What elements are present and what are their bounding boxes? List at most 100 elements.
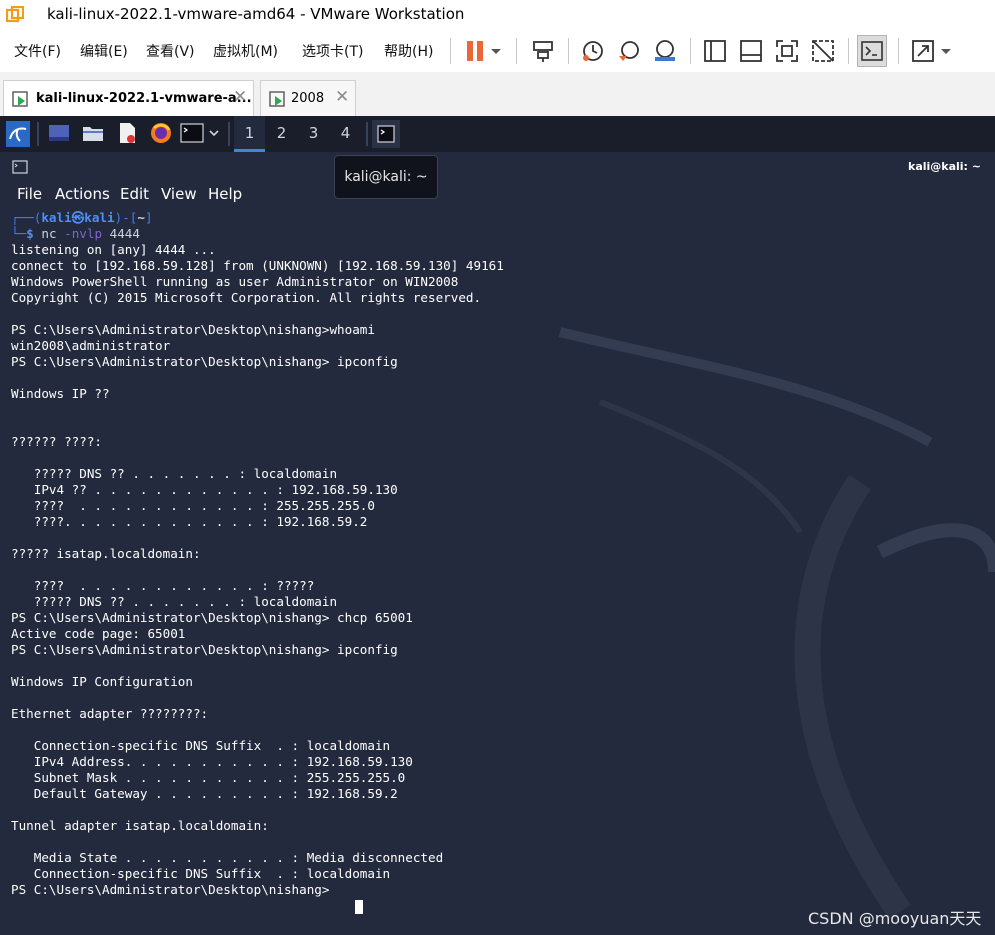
command-line: └─$ nc -nvlp 4444 <box>11 226 140 242</box>
window-title: kali-linux-2022.1-vmware-amd64 - VMware … <box>47 5 465 23</box>
terminal-menu-actions[interactable]: Actions <box>55 185 110 203</box>
terminal-output-line: ???? . . . . . . . . . . . . : 255.255.2… <box>11 498 375 513</box>
terminal-output-line: PS C:\Users\Administrator\Desktop\nishan… <box>11 642 398 657</box>
workspace-1[interactable]: 1 <box>234 116 265 152</box>
terminal-output-line: connect to [192.168.59.128] from (UNKNOW… <box>11 258 504 273</box>
terminal-output-line: Tunnel adapter isatap.localdomain: <box>11 818 269 833</box>
text-editor-icon[interactable] <box>116 122 138 144</box>
toolbar-separator <box>898 38 899 64</box>
terminal-menu-file[interactable]: File <box>17 185 42 203</box>
prompt-user: kali㉿kali <box>41 210 115 225</box>
vm-running-icon <box>12 91 28 107</box>
stretch-icon[interactable] <box>910 38 936 64</box>
workspace-2[interactable]: 2 <box>266 116 297 152</box>
close-icon[interactable]: ✕ <box>233 87 247 107</box>
prompt-path: ~ <box>137 210 145 225</box>
terminal-output-line: ???? . . . . . . . . . . . . : ????? <box>11 578 315 593</box>
terminal-output-line: IPv4 Address. . . . . . . . . . . : 192.… <box>11 754 413 769</box>
pause-icon[interactable] <box>462 38 488 64</box>
tab-2008[interactable]: 2008 ✕ <box>260 80 356 116</box>
terminal-icon <box>861 41 883 61</box>
tab-label: kali-linux-2022.1-vmware-a... <box>36 91 252 106</box>
terminal-output-line: Ethernet adapter ????????: <box>11 706 209 721</box>
terminal-icon <box>377 125 395 143</box>
menu-tabs[interactable]: 选项卡(T) <box>302 41 363 61</box>
terminal-output-line: Windows PowerShell running as user Admin… <box>11 274 459 289</box>
prompt-path-open: )-[ <box>114 210 138 225</box>
terminal-output-line: ?????? ????: <box>11 434 102 449</box>
prompt-path-close: ] <box>144 210 153 225</box>
file-manager-icon[interactable] <box>82 122 104 144</box>
terminal-output-line: listening on [any] 4444 ... <box>11 242 216 257</box>
toolbar-separator <box>450 38 451 64</box>
sidebar-view-icon[interactable] <box>702 38 728 64</box>
text-cursor <box>355 900 363 914</box>
taskbar-terminal-button[interactable] <box>372 120 400 148</box>
prompt-dollar: $ <box>26 226 34 241</box>
tab-kali-linux[interactable]: kali-linux-2022.1-vmware-a... ✕ <box>3 80 254 116</box>
menu-view[interactable]: 查看(V) <box>146 41 195 61</box>
terminal-output-line: Windows IP Configuration <box>11 674 193 689</box>
menu-file[interactable]: 文件(F) <box>14 41 61 61</box>
vm-running-icon <box>269 91 285 107</box>
panel-separator <box>366 122 368 146</box>
terminal-title: kali@kali: ~ <box>908 160 982 173</box>
toolbar-separator <box>690 38 691 64</box>
tab-bar: kali-linux-2022.1-vmware-a... ✕ 2008 ✕ <box>0 72 995 117</box>
terminal-output-line: win2008\administrator <box>11 338 171 353</box>
terminal-tooltip: kali@kali: ~ <box>334 155 438 199</box>
workspace-4[interactable]: 4 <box>330 116 361 152</box>
prompt-line: ┌──(kali㉿kali)-[~] <box>11 210 153 226</box>
terminal-icon[interactable] <box>180 122 204 144</box>
terminal-menu-help[interactable]: Help <box>208 185 242 203</box>
snapshot-manager-icon[interactable] <box>652 38 678 64</box>
terminal-window-icon <box>12 160 28 174</box>
terminal-output-line: Copyright (C) 2015 Microsoft Corporation… <box>11 290 482 305</box>
prompt-box-top: ┌──( <box>11 210 42 225</box>
terminal-output-line: Connection-specific DNS Suffix . : local… <box>11 866 391 881</box>
command-name: nc <box>41 226 57 241</box>
menu-toolbar-row: 文件(F) 编辑(E) 查看(V) 虚拟机(M) 选项卡(T) 帮助(H) <box>0 30 995 72</box>
console-view-icon[interactable] <box>738 38 764 64</box>
terminal-output-line: ????. . . . . . . . . . . . . : 192.168.… <box>11 514 368 529</box>
send-ctrl-alt-del-icon[interactable] <box>530 38 556 64</box>
terminal-output-line: Active code page: 65001 <box>11 626 186 641</box>
menu-edit[interactable]: 编辑(E) <box>80 41 128 61</box>
dropdown-arrow-icon[interactable] <box>938 38 954 64</box>
command-option: -nvlp <box>64 226 103 241</box>
terminal-output-line: PS C:\Users\Administrator\Desktop\nishan… <box>11 354 398 369</box>
terminal-output-line: Windows IP ?? <box>11 386 110 401</box>
tab-label: 2008 <box>291 91 325 106</box>
terminal-toggle-button[interactable] <box>857 35 887 67</box>
snapshot-icon[interactable] <box>580 38 606 64</box>
workspace-3[interactable]: 3 <box>298 116 329 152</box>
terminal-output-line: PS C:\Users\Administrator\Desktop\nishan… <box>11 322 375 337</box>
terminal-window[interactable]: kali@kali: ~ File Actions Edit View Help… <box>0 152 995 935</box>
menu-vm[interactable]: 虚拟机(M) <box>213 41 278 61</box>
firefox-icon[interactable] <box>150 122 172 144</box>
close-icon[interactable]: ✕ <box>335 87 349 107</box>
revert-snapshot-icon[interactable] <box>616 38 642 64</box>
kali-menu-icon[interactable] <box>6 121 30 147</box>
desktop-icon[interactable] <box>48 122 70 144</box>
terminal-menu-view[interactable]: View <box>161 185 197 203</box>
chevron-down-icon[interactable] <box>208 122 220 144</box>
vmware-logo-icon <box>6 6 24 23</box>
terminal-output-line: ????? DNS ?? . . . . . . . : localdomain <box>11 466 338 481</box>
kali-panel: 1 2 3 4 <box>0 116 995 152</box>
toolbar-separator <box>568 38 569 64</box>
terminal-menu-edit[interactable]: Edit <box>120 185 149 203</box>
panel-separator <box>228 122 230 146</box>
command-argument: 4444 <box>109 226 140 241</box>
menu-help[interactable]: 帮助(H) <box>384 41 433 61</box>
toolbar-separator <box>848 38 849 64</box>
dropdown-arrow-icon[interactable] <box>488 38 504 64</box>
unity-icon[interactable] <box>810 38 836 64</box>
fullscreen-icon[interactable] <box>774 38 800 64</box>
terminal-output-line: ????? isatap.localdomain: <box>11 546 201 561</box>
panel-separator <box>37 122 39 146</box>
watermark: CSDN @mooyuan天天 <box>808 909 982 928</box>
vm-display[interactable]: 1 2 3 4 kali@kali: ~ File Actions Edit V… <box>0 116 995 935</box>
terminal-output-line: Default Gateway . . . . . . . . . : 192.… <box>11 786 398 801</box>
prompt-box-bottom: └─ <box>11 226 27 241</box>
